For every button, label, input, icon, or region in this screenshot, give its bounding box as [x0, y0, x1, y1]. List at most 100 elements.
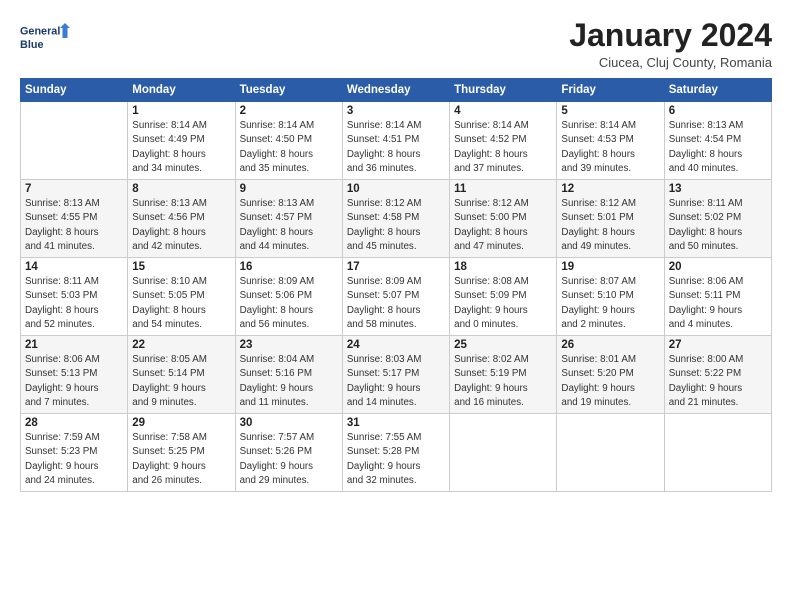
day-info: Sunrise: 8:13 AMSunset: 4:55 PMDaylight:… [25, 197, 123, 254]
cell-w3-d2: 16 Sunrise: 8:09 AMSunset: 5:06 PMDayligh… [235, 258, 342, 336]
day-number: 26 [561, 339, 659, 351]
calendar-body: 1Sunrise: 8:14 AMSunset: 4:49 PMDaylight… [21, 102, 772, 492]
day-number: 25 [454, 339, 552, 351]
day-number: 16 [240, 261, 338, 273]
cell-w4-d0: 21 Sunrise: 8:06 AMSunset: 5:13 PMDayligh… [21, 336, 128, 414]
col-friday: Friday [557, 79, 664, 102]
cell-w1-d6: 6 Sunrise: 8:13 AMSunset: 4:54 PMDaylight… [664, 102, 771, 180]
col-wednesday: Wednesday [342, 79, 449, 102]
day-info: Sunrise: 8:07 AMSunset: 5:10 PMDaylight:… [561, 275, 659, 332]
day-number: 27 [669, 339, 767, 351]
calendar-header: Sunday Monday Tuesday Wednesday Thursday… [21, 79, 772, 102]
day-info: Sunrise: 8:06 AMSunset: 5:11 PMDaylight:… [669, 275, 767, 332]
calendar-table: Sunday Monday Tuesday Wednesday Thursday… [20, 78, 772, 492]
day-info: Sunrise: 8:00 AMSunset: 5:22 PMDaylight:… [669, 353, 767, 410]
cell-w2-d4: 11Sunrise: 8:12 AMSunset: 5:00 PMDayligh… [450, 180, 557, 258]
cell-w3-d5: 19 Sunrise: 8:07 AMSunset: 5:10 PMDayligh… [557, 258, 664, 336]
day-info: Sunrise: 8:09 AMSunset: 5:06 PMDaylight:… [240, 275, 338, 332]
day-number: 11 [454, 183, 552, 195]
svg-text:Blue: Blue [20, 39, 43, 51]
day-number: 21 [25, 339, 123, 351]
day-info: Sunrise: 8:14 AMSunset: 4:50 PMDaylight:… [240, 119, 338, 176]
day-number: 18 [454, 261, 552, 273]
cell-w5-d5 [557, 414, 664, 492]
day-info: Sunrise: 8:11 AMSunset: 5:03 PMDaylight:… [25, 275, 123, 332]
day-number: 15 [132, 261, 230, 273]
logo: General Blue [20, 18, 70, 58]
cell-w5-d0: 28Sunrise: 7:59 AMSunset: 5:23 PMDayligh… [21, 414, 128, 492]
day-number: 19 [561, 261, 659, 273]
day-number: 4 [454, 105, 552, 117]
day-info: Sunrise: 8:06 AMSunset: 5:13 PMDaylight:… [25, 353, 123, 410]
cell-w3-d4: 18 Sunrise: 8:08 AMSunset: 5:09 PMDayligh… [450, 258, 557, 336]
cell-w5-d6 [664, 414, 771, 492]
day-info: Sunrise: 8:12 AMSunset: 4:58 PMDaylight:… [347, 197, 445, 254]
cell-w5-d3: 31 Sunrise: 7:55 AMSunset: 5:28 PMDayligh… [342, 414, 449, 492]
day-info: Sunrise: 8:13 AMSunset: 4:57 PMDaylight:… [240, 197, 338, 254]
weekday-row: Sunday Monday Tuesday Wednesday Thursday… [21, 79, 772, 102]
cell-w5-d1: 29 Sunrise: 7:58 AMSunset: 5:25 PMDayligh… [128, 414, 235, 492]
day-info: Sunrise: 8:12 AMSunset: 5:01 PMDaylight:… [561, 197, 659, 254]
day-number: 8 [132, 183, 230, 195]
cell-w4-d6: 27 Sunrise: 8:00 AMSunset: 5:22 PMDayligh… [664, 336, 771, 414]
day-info: Sunrise: 8:04 AMSunset: 5:16 PMDaylight:… [240, 353, 338, 410]
cell-w1-d1: 1Sunrise: 8:14 AMSunset: 4:49 PMDaylight… [128, 102, 235, 180]
day-info: Sunrise: 8:14 AMSunset: 4:52 PMDaylight:… [454, 119, 552, 176]
day-info: Sunrise: 7:57 AMSunset: 5:26 PMDaylight:… [240, 431, 338, 488]
day-number: 17 [347, 261, 445, 273]
calendar-page: General Blue January 2024 Ciucea, Cluj C… [0, 0, 792, 612]
col-monday: Monday [128, 79, 235, 102]
col-saturday: Saturday [664, 79, 771, 102]
day-number: 20 [669, 261, 767, 273]
day-info: Sunrise: 7:58 AMSunset: 5:25 PMDaylight:… [132, 431, 230, 488]
cell-w4-d2: 23 Sunrise: 8:04 AMSunset: 5:16 PMDayligh… [235, 336, 342, 414]
day-number: 7 [25, 183, 123, 195]
day-number: 22 [132, 339, 230, 351]
cell-w2-d3: 10 Sunrise: 8:12 AMSunset: 4:58 PMDayligh… [342, 180, 449, 258]
day-info: Sunrise: 8:05 AMSunset: 5:14 PMDaylight:… [132, 353, 230, 410]
col-thursday: Thursday [450, 79, 557, 102]
cell-w1-d5: 5Sunrise: 8:14 AMSunset: 4:53 PMDaylight… [557, 102, 664, 180]
cell-w2-d0: 7 Sunrise: 8:13 AMSunset: 4:55 PMDaylight… [21, 180, 128, 258]
cell-w4-d4: 25 Sunrise: 8:02 AMSunset: 5:19 PMDayligh… [450, 336, 557, 414]
day-info: Sunrise: 8:14 AMSunset: 4:53 PMDaylight:… [561, 119, 659, 176]
day-info: Sunrise: 8:02 AMSunset: 5:19 PMDaylight:… [454, 353, 552, 410]
day-number: 29 [132, 417, 230, 429]
cell-w1-d3: 3Sunrise: 8:14 AMSunset: 4:51 PMDaylight… [342, 102, 449, 180]
day-number: 9 [240, 183, 338, 195]
svg-text:General: General [20, 26, 60, 38]
day-number: 6 [669, 105, 767, 117]
day-number: 31 [347, 417, 445, 429]
week-row-2: 7 Sunrise: 8:13 AMSunset: 4:55 PMDaylight… [21, 180, 772, 258]
week-row-1: 1Sunrise: 8:14 AMSunset: 4:49 PMDaylight… [21, 102, 772, 180]
day-number: 30 [240, 417, 338, 429]
cell-w1-d0 [21, 102, 128, 180]
cell-w1-d2: 2Sunrise: 8:14 AMSunset: 4:50 PMDaylight… [235, 102, 342, 180]
day-info: Sunrise: 7:55 AMSunset: 5:28 PMDaylight:… [347, 431, 445, 488]
day-number: 10 [347, 183, 445, 195]
logo-svg: General Blue [20, 18, 70, 58]
day-info: Sunrise: 8:14 AMSunset: 4:51 PMDaylight:… [347, 119, 445, 176]
col-sunday: Sunday [21, 79, 128, 102]
cell-w3-d0: 14 Sunrise: 8:11 AMSunset: 5:03 PMDayligh… [21, 258, 128, 336]
month-title: January 2024 [569, 18, 772, 53]
day-info: Sunrise: 8:13 AMSunset: 4:56 PMDaylight:… [132, 197, 230, 254]
title-area: January 2024 Ciucea, Cluj County, Romani… [569, 18, 772, 70]
day-number: 13 [669, 183, 767, 195]
day-info: Sunrise: 8:08 AMSunset: 5:09 PMDaylight:… [454, 275, 552, 332]
cell-w3-d6: 20 Sunrise: 8:06 AMSunset: 5:11 PMDayligh… [664, 258, 771, 336]
col-tuesday: Tuesday [235, 79, 342, 102]
cell-w3-d1: 15 Sunrise: 8:10 AMSunset: 5:05 PMDayligh… [128, 258, 235, 336]
location-subtitle: Ciucea, Cluj County, Romania [569, 55, 772, 70]
day-info: Sunrise: 7:59 AMSunset: 5:23 PMDaylight:… [25, 431, 123, 488]
cell-w2-d1: 8 Sunrise: 8:13 AMSunset: 4:56 PMDaylight… [128, 180, 235, 258]
day-info: Sunrise: 8:13 AMSunset: 4:54 PMDaylight:… [669, 119, 767, 176]
day-number: 14 [25, 261, 123, 273]
day-number: 23 [240, 339, 338, 351]
day-info: Sunrise: 8:10 AMSunset: 5:05 PMDaylight:… [132, 275, 230, 332]
week-row-3: 14 Sunrise: 8:11 AMSunset: 5:03 PMDayligh… [21, 258, 772, 336]
cell-w2-d5: 12Sunrise: 8:12 AMSunset: 5:01 PMDayligh… [557, 180, 664, 258]
day-info: Sunrise: 8:14 AMSunset: 4:49 PMDaylight:… [132, 119, 230, 176]
week-row-5: 28Sunrise: 7:59 AMSunset: 5:23 PMDayligh… [21, 414, 772, 492]
cell-w2-d2: 9 Sunrise: 8:13 AMSunset: 4:57 PMDaylight… [235, 180, 342, 258]
